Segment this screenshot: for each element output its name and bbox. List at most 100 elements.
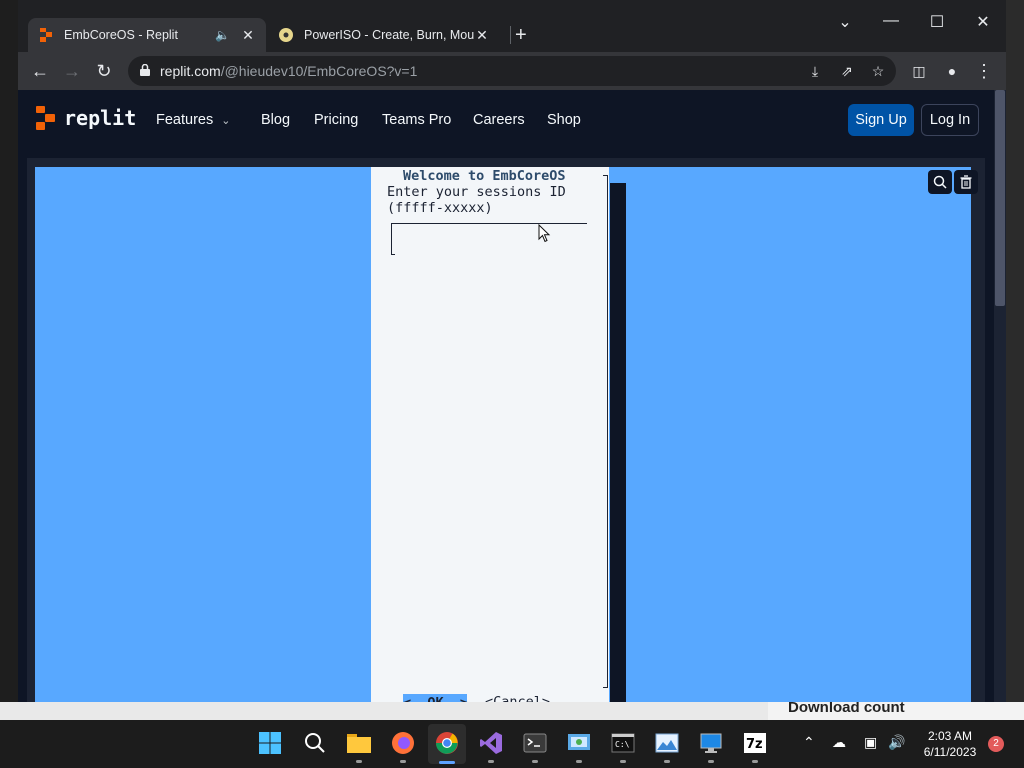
dialog-prompt-line1: Enter your sessions ID xyxy=(387,184,566,200)
svg-text:7z: 7z xyxy=(746,737,763,752)
chrome-icon[interactable] xyxy=(434,730,460,756)
mouse-cursor-icon xyxy=(538,224,551,243)
network-icon[interactable]: ▣ xyxy=(864,734,877,751)
search-icon xyxy=(933,175,947,189)
taskbar: C:\ 7z ⌃ ☁ ▣ 🔊 2:03 AM 6/11/2023 2 xyxy=(0,720,1024,768)
remote-desktop-icon[interactable] xyxy=(698,730,724,756)
running-indicator xyxy=(488,760,494,763)
control-panel-icon[interactable] xyxy=(566,730,592,756)
speaker-icon[interactable]: 🔈 xyxy=(215,28,230,42)
volume-icon[interactable]: 🔊 xyxy=(888,734,905,751)
new-tab-button[interactable]: + xyxy=(515,24,527,47)
address-bar[interactable]: replit.com/@hieudev10/EmbCoreOS?v=1 ⤓ ⇗ … xyxy=(128,56,896,86)
running-indicator xyxy=(664,760,670,763)
tab-search-button[interactable]: ⌄ xyxy=(835,12,855,32)
dialog-title: Welcome to EmbCoreOS xyxy=(403,168,566,184)
nav-features[interactable]: Features ⌄ xyxy=(156,112,230,128)
console-output[interactable]: Welcome to EmbCoreOS Enter your sessions… xyxy=(35,167,971,702)
console-search-button[interactable] xyxy=(928,170,952,194)
nav-pricing[interactable]: Pricing xyxy=(314,112,358,128)
tab-poweriso[interactable]: PowerISO - Create, Burn, Mount, ✕ xyxy=(268,18,500,52)
menu-icon[interactable]: ⋮ xyxy=(973,60,995,82)
replit-logo[interactable]: replit xyxy=(36,106,136,130)
tab-separator xyxy=(510,26,511,44)
console-clear-button[interactable] xyxy=(954,170,978,194)
running-indicator xyxy=(532,760,538,763)
bookmark-star-icon[interactable]: ☆ xyxy=(869,62,887,80)
close-tab-icon[interactable]: ✕ xyxy=(240,27,256,44)
poweriso-favicon-icon xyxy=(279,28,293,42)
active-indicator xyxy=(439,761,455,764)
tab-title: PowerISO - Create, Burn, Mount, xyxy=(304,28,474,42)
minimize-button[interactable]: — xyxy=(881,12,901,30)
profile-icon[interactable]: ● xyxy=(941,60,963,82)
search-icon[interactable] xyxy=(302,730,328,756)
running-indicator xyxy=(752,760,758,763)
running-indicator xyxy=(576,760,582,763)
date: 6/11/2023 xyxy=(923,745,977,759)
running-indicator xyxy=(356,760,362,763)
time: 2:03 AM xyxy=(927,729,973,743)
tab-embcoreos[interactable]: EmbCoreOS - Replit 🔈 ✕ xyxy=(28,18,266,52)
start-icon[interactable] xyxy=(257,730,283,756)
url-text: replit.com/@hieudev10/EmbCoreOS?v=1 xyxy=(160,63,417,79)
replit-page: replit Features ⌄ Blog Pricing Teams Pro … xyxy=(18,90,1006,702)
side-panel-icon[interactable]: ◫ xyxy=(908,60,930,82)
tab-strip: EmbCoreOS - Replit 🔈 ✕ PowerISO - Create… xyxy=(18,0,1006,52)
dialog-shadow xyxy=(610,183,626,702)
nav-careers[interactable]: Careers xyxy=(473,112,525,128)
cancel-button[interactable]: <Cancel> xyxy=(485,694,550,702)
show-hidden-icons-icon[interactable]: ⌃ xyxy=(803,734,815,751)
input-corner xyxy=(391,254,395,255)
notification-badge[interactable]: 2 xyxy=(988,736,1004,752)
browser-window: EmbCoreOS - Replit 🔈 ✕ PowerISO - Create… xyxy=(18,0,1006,702)
reload-icon[interactable]: ↻ xyxy=(93,60,115,82)
share-icon[interactable]: ⇗ xyxy=(838,62,856,80)
7zip-icon[interactable]: 7z xyxy=(742,730,768,756)
browser-toolbar: ← → ↻ replit.com/@hieudev10/EmbCoreOS?v=… xyxy=(18,52,1006,90)
dialog-border-bottom xyxy=(603,687,608,688)
maximize-button[interactable]: ☐ xyxy=(927,12,947,32)
scroll-thumb[interactable] xyxy=(995,90,1005,306)
close-window-button[interactable]: ✕ xyxy=(973,12,993,32)
install-app-icon[interactable]: ⤓ xyxy=(806,62,824,80)
running-indicator xyxy=(620,760,626,763)
close-tab-icon[interactable]: ✕ xyxy=(474,27,490,44)
tab-title: EmbCoreOS - Replit xyxy=(64,28,178,42)
nav-blog[interactable]: Blog xyxy=(261,112,290,128)
clock[interactable]: 2:03 AM 6/11/2023 xyxy=(920,728,980,760)
cmd-icon[interactable]: C:\ xyxy=(610,730,636,756)
chevron-down-icon: ⌄ xyxy=(221,115,231,127)
onedrive-offline-icon[interactable]: ☁ xyxy=(832,734,846,751)
session-dialog: Welcome to EmbCoreOS Enter your sessions… xyxy=(371,167,609,702)
nav-shop[interactable]: Shop xyxy=(547,112,581,128)
replit-logo-icon xyxy=(36,106,55,130)
forward-icon[interactable]: → xyxy=(61,60,83,82)
svg-text:C:\: C:\ xyxy=(615,740,630,749)
file-explorer-icon[interactable] xyxy=(346,730,372,756)
terminal-icon[interactable] xyxy=(522,730,548,756)
session-id-input[interactable] xyxy=(391,223,587,255)
url-host: replit.com xyxy=(160,63,221,79)
visual-studio-icon[interactable] xyxy=(478,730,504,756)
page-scrollbar[interactable] xyxy=(994,90,1006,702)
lock-icon[interactable] xyxy=(140,64,150,76)
replit-favicon-icon xyxy=(40,28,52,42)
nav-teams-pro[interactable]: Teams Pro xyxy=(382,112,451,128)
dialog-border-right xyxy=(607,175,608,687)
trash-icon xyxy=(960,175,972,189)
url-path: /@hieudev10/EmbCoreOS?v=1 xyxy=(220,63,418,79)
dialog-prompt-line2: (fffff-xxxxx) xyxy=(387,200,493,216)
firefox-icon[interactable] xyxy=(390,730,416,756)
running-indicator xyxy=(400,760,406,763)
site-header: replit Features ⌄ Blog Pricing Teams Pro … xyxy=(18,90,994,152)
photos-icon[interactable] xyxy=(654,730,680,756)
back-icon[interactable]: ← xyxy=(29,60,51,82)
logo-text: replit xyxy=(64,106,137,130)
log-in-button[interactable]: Log In xyxy=(921,104,979,136)
ok-button[interactable]: < OK > xyxy=(403,694,468,702)
nav-features-label: Features xyxy=(156,112,214,128)
running-indicator xyxy=(708,760,714,763)
sign-up-button[interactable]: Sign Up xyxy=(848,104,914,136)
desktop-background xyxy=(0,0,18,720)
